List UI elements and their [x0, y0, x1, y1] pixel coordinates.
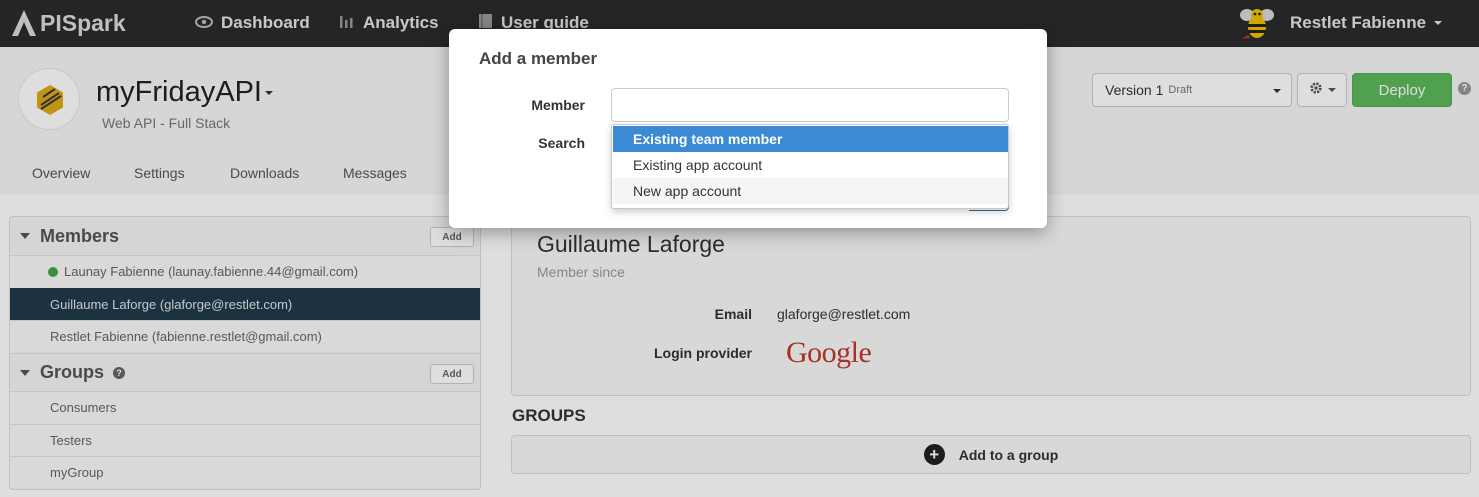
modal-title: Add a member	[479, 49, 598, 68]
member-input[interactable]	[611, 88, 1009, 122]
search-field-label: Search	[538, 135, 585, 151]
member-field-label: Member	[531, 97, 585, 113]
option-existing-app-account[interactable]: Existing app account	[613, 152, 1008, 178]
member-type-dropdown: Existing team member Existing app accoun…	[611, 124, 1009, 209]
option-new-app-account[interactable]: New app account	[613, 178, 1008, 204]
option-existing-team-member[interactable]: Existing team member	[613, 126, 1008, 152]
